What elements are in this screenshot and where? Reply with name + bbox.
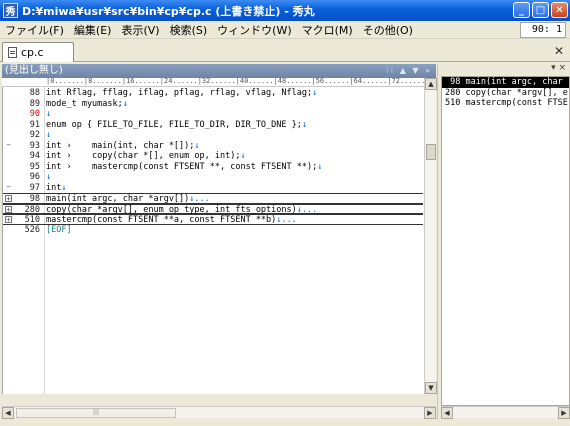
- code-text: int Rflag, fflag, iflag, pflag, rflag, v…: [46, 88, 318, 98]
- code-text: [EOF]: [46, 224, 72, 235]
- ruler: |0.......|8.......|16......|24......|32.…: [2, 77, 426, 87]
- menu-bar: ファイル(F) 編集(E) 表示(V) 検索(S) ウィンドウ(W) マクロ(M…: [0, 21, 570, 39]
- scroll-thumb[interactable]: [426, 144, 436, 160]
- newline-mark: ↓...: [189, 194, 210, 204]
- outline-scroll-right-icon[interactable]: ▶: [558, 407, 570, 419]
- code-line[interactable]: 95 int › mastercmp(const FTSENT **, const…: [3, 162, 423, 173]
- newline-mark: ↓: [312, 88, 318, 98]
- line-number: 95: [29, 161, 40, 172]
- newline-mark: ↓: [301, 119, 307, 130]
- menu-window[interactable]: ウィンドウ(W): [212, 22, 296, 38]
- code-line[interactable]: +98 main(int argc, char *argv[])↓...: [3, 193, 423, 204]
- outline-scroll-left-icon[interactable]: ◀: [441, 407, 453, 419]
- newline-mark: ↓: [122, 98, 128, 109]
- menu-search[interactable]: 検索(S): [165, 22, 213, 38]
- line-number: 93: [29, 140, 40, 151]
- hscroll-thumb[interactable]: |||: [16, 408, 176, 418]
- outline-item[interactable]: 280 copy(char *argv[], e: [442, 88, 569, 99]
- code-text: ↓: [46, 109, 51, 120]
- eof-line[interactable]: 526 [EOF]: [3, 225, 423, 236]
- code-text: ↓: [46, 172, 51, 183]
- scroll-up-icon[interactable]: ▲: [425, 78, 437, 90]
- horizontal-scrollbar[interactable]: ◀ ||| ▶: [2, 406, 436, 419]
- code-line[interactable]: 91 enum op { FILE_TO_FILE, FILE_TO_DIR, D…: [3, 120, 423, 131]
- newline-mark: ↓: [46, 130, 52, 140]
- minimize-button[interactable]: _: [513, 2, 530, 18]
- heading-tools[interactable]: ⁝⁝ ▲ ▼ »: [386, 64, 432, 78]
- code-line[interactable]: − 93 int › main(int, char *[]);↓: [3, 141, 423, 152]
- code-text: int › mastercmp(const FTSENT **, const F…: [46, 161, 323, 172]
- newline-mark: ↓: [240, 151, 246, 161]
- scroll-left-icon[interactable]: ◀: [2, 407, 14, 419]
- code-text: enum op { FILE_TO_FILE, FILE_TO_DIR, DIR…: [46, 119, 307, 130]
- cursor-position: 90: 1: [520, 22, 566, 38]
- fold-marker-icon[interactable]: −: [5, 141, 12, 149]
- scroll-down-icon[interactable]: ▼: [425, 382, 437, 394]
- code-line[interactable]: 89 mode_t myumask;↓: [3, 99, 423, 110]
- line-number: 89: [29, 98, 40, 109]
- code-line[interactable]: 90 ↓: [3, 109, 423, 120]
- line-number: 97: [29, 182, 40, 193]
- code-line[interactable]: +280 copy(char *argv[], enum op type, int…: [3, 203, 423, 215]
- code-text: int › copy(char *[], enum op, int);↓: [46, 151, 246, 161]
- maximize-button[interactable]: □: [532, 2, 549, 18]
- code-text: ↓: [46, 130, 51, 141]
- newline-mark: ↓: [46, 109, 52, 119]
- editor-area[interactable]: 88 int Rflag, fflag, iflag, pflag, rflag,…: [2, 87, 424, 394]
- outline-header: ▾ ×: [441, 63, 570, 76]
- line-number: 96: [29, 172, 40, 182]
- vertical-scrollbar[interactable]: ▲ ▼: [424, 78, 437, 394]
- scroll-right-icon[interactable]: ▶: [424, 407, 436, 419]
- code-text: int↓: [46, 182, 67, 193]
- window-title: D:¥miwa¥usr¥src¥bin¥cp¥cp.c (上書き禁止) - 秀丸: [22, 4, 315, 18]
- code-line[interactable]: 88 int Rflag, fflag, iflag, pflag, rflag,…: [3, 88, 423, 99]
- fold-expand-icon[interactable]: +: [5, 195, 12, 203]
- outline-pin-icon[interactable]: ▾ ×: [551, 63, 566, 73]
- menu-other[interactable]: その他(O): [358, 22, 418, 38]
- close-button[interactable]: ✕: [551, 2, 568, 18]
- code-line[interactable]: 96 ↓: [3, 172, 423, 183]
- heading-bar: (見出し無し) ⁝⁝ ▲ ▼ »: [2, 64, 436, 78]
- menu-view[interactable]: 表示(V): [116, 22, 164, 38]
- line-number: 88: [29, 88, 40, 98]
- outline-hscroll[interactable]: ◀ ▶: [441, 406, 570, 419]
- outline-pane[interactable]: 98 main(int argc, char 280 copy(char *arg…: [441, 76, 570, 406]
- outline-item[interactable]: 98 main(int argc, char: [442, 77, 569, 88]
- menu-macro[interactable]: マクロ(M): [297, 22, 358, 38]
- newline-mark: ↓: [317, 161, 323, 172]
- app-icon: 秀: [3, 3, 18, 18]
- line-number: 94: [29, 151, 40, 161]
- code-text: mode_t myumask;↓: [46, 98, 128, 109]
- tab-label: cp.c: [21, 46, 44, 59]
- code-line[interactable]: 94 int › copy(char *[], enum op, int);↓: [3, 151, 423, 162]
- tab-bar: cp.c ✕: [0, 40, 570, 62]
- code-line[interactable]: +510 mastercmp(const FTSENT **a, const FT…: [3, 214, 423, 225]
- line-number: 91: [29, 119, 40, 130]
- code-text: int › main(int, char *[]);↓: [46, 140, 200, 151]
- newline-mark: ↓: [194, 140, 200, 151]
- newline-mark: ↓...: [276, 215, 297, 225]
- line-number: 90: [29, 109, 40, 119]
- title-bar: 秀 D:¥miwa¥usr¥src¥bin¥cp¥cp.c (上書き禁止) - …: [0, 0, 570, 21]
- fold-expand-icon[interactable]: +: [5, 205, 12, 213]
- newline-mark: ↓...: [296, 204, 318, 215]
- fold-expand-icon[interactable]: +: [5, 216, 12, 224]
- window-controls: _ □ ✕: [513, 2, 568, 18]
- tab-cp-c[interactable]: cp.c: [2, 42, 74, 62]
- heading-label: (見出し無し): [5, 65, 63, 76]
- code-line[interactable]: 92 ↓: [3, 130, 423, 141]
- fold-marker-icon[interactable]: −: [5, 183, 12, 191]
- tab-close-button[interactable]: ✕: [554, 44, 564, 58]
- newline-mark: ↓: [46, 172, 52, 182]
- menu-edit[interactable]: 編集(E): [69, 22, 117, 38]
- document-icon: [8, 47, 17, 58]
- newline-mark: ↓: [61, 182, 67, 193]
- code-line[interactable]: − 97 int↓: [3, 183, 423, 194]
- line-number: 92: [29, 130, 40, 140]
- menu-file[interactable]: ファイル(F): [0, 22, 69, 38]
- line-number: 526: [24, 224, 40, 235]
- ruler-marks: |0.......|8.......|16......|24......|32.…: [46, 77, 426, 85]
- outline-item[interactable]: 510 mastercmp(const FTSE: [442, 98, 569, 109]
